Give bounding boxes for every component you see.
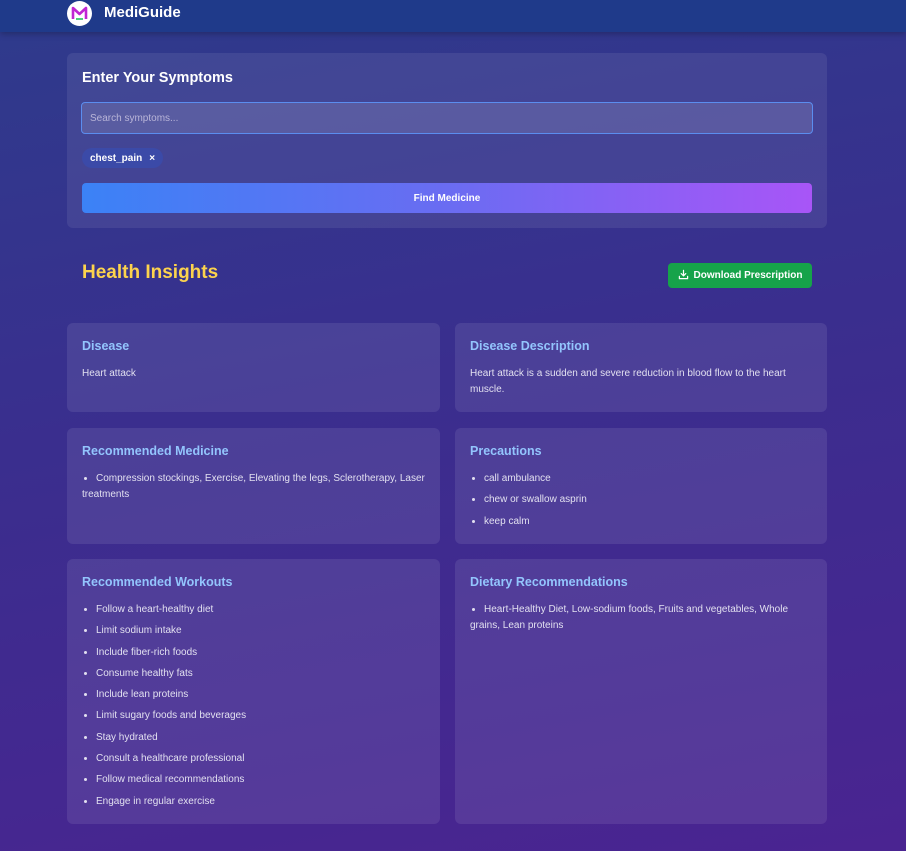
disease-card: Disease Heart attack xyxy=(67,323,440,412)
close-icon[interactable]: × xyxy=(149,153,155,164)
download-prescription-button[interactable]: Download Prescription xyxy=(668,263,812,288)
dietary-recommendations-title: Dietary Recommendations xyxy=(470,575,628,589)
list-item: keep calm xyxy=(470,514,812,530)
precautions-title: Precautions xyxy=(470,444,542,458)
precautions-list: call ambulance chew or swallow asprin ke… xyxy=(470,471,812,530)
disease-description-card: Disease Description Heart attack is a su… xyxy=(455,323,827,412)
disease-description-title: Disease Description xyxy=(470,339,590,353)
list-item: Include lean proteins xyxy=(82,687,425,703)
workouts-list: Follow a heart-healthy diet Limit sodium… xyxy=(82,602,425,810)
disease-value: Heart attack xyxy=(82,368,136,379)
disease-description-text: Heart attack is a sudden and severe redu… xyxy=(470,368,786,395)
list-item: call ambulance xyxy=(470,471,812,487)
app-name[interactable]: MediGuide xyxy=(104,4,181,21)
recommended-medicine-title: Recommended Medicine xyxy=(82,444,229,458)
dietary-recommendations-card: Dietary Recommendations Heart-Healthy Di… xyxy=(455,559,827,824)
list-item: chew or swallow asprin xyxy=(470,492,812,508)
symptom-chip-label: chest_pain xyxy=(90,152,143,164)
list-item: Heart-Healthy Diet, Low-sodium foods, Fr… xyxy=(470,602,812,634)
list-item: Engage in regular exercise xyxy=(82,794,425,810)
list-item: Consume healthy fats xyxy=(82,666,425,682)
medicine-list: Compression stockings, Exercise, Elevati… xyxy=(82,471,425,503)
download-icon xyxy=(678,269,689,283)
symptoms-title: Enter Your Symptoms xyxy=(82,70,233,86)
recommended-workouts-card: Recommended Workouts Follow a heart-heal… xyxy=(67,559,440,824)
download-label: Download Prescription xyxy=(693,270,803,281)
diet-list: Heart-Healthy Diet, Low-sodium foods, Fr… xyxy=(470,602,812,634)
symptom-search-input[interactable] xyxy=(81,102,813,134)
list-item: Limit sodium intake xyxy=(82,623,425,639)
health-insights-title: Health Insights xyxy=(82,262,219,283)
recommended-medicine-card: Recommended Medicine Compression stockin… xyxy=(67,428,440,544)
list-item: Compression stockings, Exercise, Elevati… xyxy=(82,471,425,503)
list-item: Limit sugary foods and beverages xyxy=(82,708,425,724)
top-navbar: MediGuide xyxy=(0,0,906,32)
mediguide-logo-icon[interactable] xyxy=(67,1,92,26)
list-item: Follow medical recommendations xyxy=(82,772,425,788)
disease-title: Disease xyxy=(82,339,130,353)
precautions-card: Precautions call ambulance chew or swall… xyxy=(455,428,827,544)
list-item: Include fiber-rich foods xyxy=(82,645,425,661)
recommended-workouts-title: Recommended Workouts xyxy=(82,575,233,589)
list-item: Consult a healthcare professional xyxy=(82,751,425,767)
list-item: Stay hydrated xyxy=(82,730,425,746)
find-medicine-button[interactable]: Find Medicine xyxy=(82,183,812,213)
symptoms-panel: Enter Your Symptoms chest_pain × Find Me… xyxy=(67,53,827,228)
symptom-chip: chest_pain × xyxy=(82,148,164,168)
list-item: Follow a heart-healthy diet xyxy=(82,602,425,618)
